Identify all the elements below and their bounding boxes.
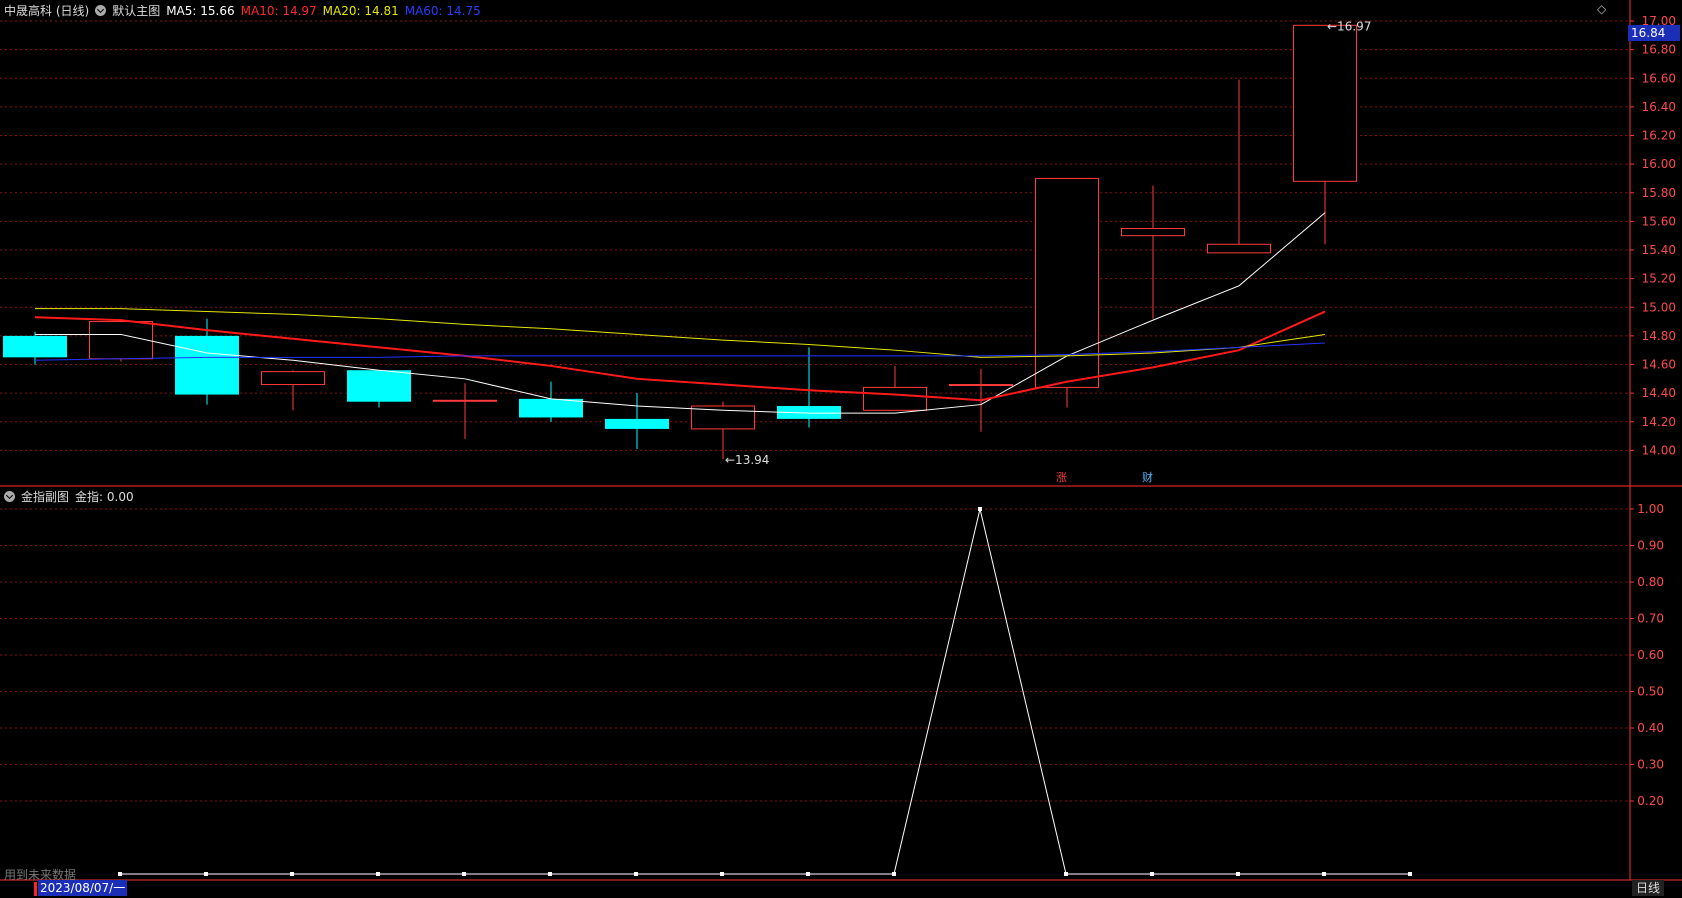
indicator-tick-label: 0.70 (1637, 612, 1664, 626)
candle-body (89, 321, 153, 360)
jinzhi-point (978, 507, 982, 511)
candle (1207, 79, 1271, 254)
sub-chart-title[interactable]: 金指副图 (21, 490, 69, 504)
price-tick-label: 16.60 (1642, 71, 1676, 85)
indicator-tick-label: 0.80 (1637, 575, 1664, 589)
price-annotation: ←16.97 (1327, 19, 1371, 33)
jinzhi-point (892, 872, 896, 876)
price-tick-label: 16.80 (1642, 43, 1676, 57)
candle (89, 320, 153, 362)
candle-body (347, 370, 411, 402)
jinzhi-point (1150, 872, 1154, 876)
jinzhi-point (1236, 872, 1240, 876)
candle-body (175, 335, 239, 395)
jinzhi-point (462, 872, 466, 876)
jinzhi-point (720, 872, 724, 876)
jinzhi-point (548, 872, 552, 876)
current-price-label: 16.84 (1628, 25, 1680, 41)
indicator-tick-label: 0.30 (1637, 758, 1664, 772)
price-annotation: ←13.94 (725, 453, 769, 467)
price-tick-label: 15.60 (1642, 214, 1676, 228)
symbol-title: 中晟高科 (日线) (4, 4, 90, 18)
candle (1293, 24, 1357, 245)
indicator-tick-label: 0.60 (1637, 648, 1664, 662)
period-button[interactable]: 日线 (1631, 880, 1664, 896)
candle (863, 365, 927, 411)
price-tick-label: 16.00 (1642, 157, 1676, 171)
candle-body (1293, 24, 1357, 182)
cai-badge[interactable]: 财 (1142, 469, 1153, 485)
candle-body (949, 384, 1013, 387)
candle-body (605, 418, 669, 429)
diamond-icon[interactable]: ◇ (1597, 2, 1606, 16)
candle (1121, 185, 1185, 319)
main-chart-header: 中晟高科 (日线) 默认主图 MA5: 15.66 MA10: 14.97 MA20: … (4, 2, 487, 19)
indicator-tick-label: 0.90 (1637, 539, 1664, 553)
price-tick-label: 16.40 (1642, 100, 1676, 114)
candle-body (433, 399, 497, 402)
ma60-legend: MA60: 14.75 (404, 4, 481, 18)
price-tick-label: 15.40 (1642, 243, 1676, 257)
candle (1035, 177, 1099, 408)
jinzhi-point (806, 872, 810, 876)
price-tick-label: 14.80 (1642, 329, 1676, 343)
candle-body (3, 335, 67, 358)
price-tick-label: 15.00 (1642, 300, 1676, 314)
candle-body (863, 386, 927, 411)
jinzhi-point (1408, 872, 1412, 876)
candle (777, 347, 841, 428)
jinzhi-point (634, 872, 638, 876)
candle-body (519, 398, 583, 418)
price-tick-label: 15.20 (1642, 272, 1676, 286)
jinzhi-point (1064, 872, 1068, 876)
indicator-tick-label: 0.20 (1637, 794, 1664, 808)
sub-chart-value: 金指: 0.00 (75, 490, 134, 504)
jinzhi-point (290, 872, 294, 876)
candle-body (1207, 243, 1271, 254)
ma20-legend: MA20: 14.81 (322, 4, 399, 18)
ma5-legend: MA5: 15.66 (166, 4, 235, 18)
candle-body (261, 371, 325, 386)
price-tick-label: 14.00 (1642, 443, 1676, 457)
template-dropdown-icon[interactable] (95, 5, 107, 16)
indicator-tick-label: 0.50 (1637, 685, 1664, 699)
date-marker (34, 882, 37, 896)
price-tick-label: 14.60 (1642, 358, 1676, 372)
sub-chart-dropdown-icon[interactable] (4, 491, 15, 502)
indicator-tick-label: 1.00 (1637, 502, 1664, 516)
indicator-tick-label: 0.40 (1637, 721, 1664, 735)
jinzhi-point (118, 872, 122, 876)
candle (519, 381, 583, 422)
candle (433, 383, 497, 439)
price-tick-label: 14.20 (1642, 415, 1676, 429)
candle (605, 393, 669, 449)
candle-body (1121, 228, 1185, 237)
sub-chart-header: 金指副图 金指: 0.00 (4, 488, 140, 505)
stock-chart[interactable]: 17.0016.8016.6016.4016.2016.0015.8015.60… (0, 0, 1682, 898)
price-tick-label: 15.80 (1642, 186, 1676, 200)
jinzhi-point (376, 872, 380, 876)
jinzhi-point (204, 872, 208, 876)
candle (347, 370, 411, 408)
price-tick-label: 14.40 (1642, 386, 1676, 400)
candle (261, 370, 325, 411)
price-tick-label: 16.20 (1642, 129, 1676, 143)
jinzhi-point (1322, 872, 1326, 876)
date-label: 2023/08/07/一 (38, 880, 128, 896)
zhang-badge[interactable]: 涨 (1056, 469, 1067, 485)
template-name[interactable]: 默认主图 (112, 4, 160, 18)
ma10-legend: MA10: 14.97 (240, 4, 317, 18)
